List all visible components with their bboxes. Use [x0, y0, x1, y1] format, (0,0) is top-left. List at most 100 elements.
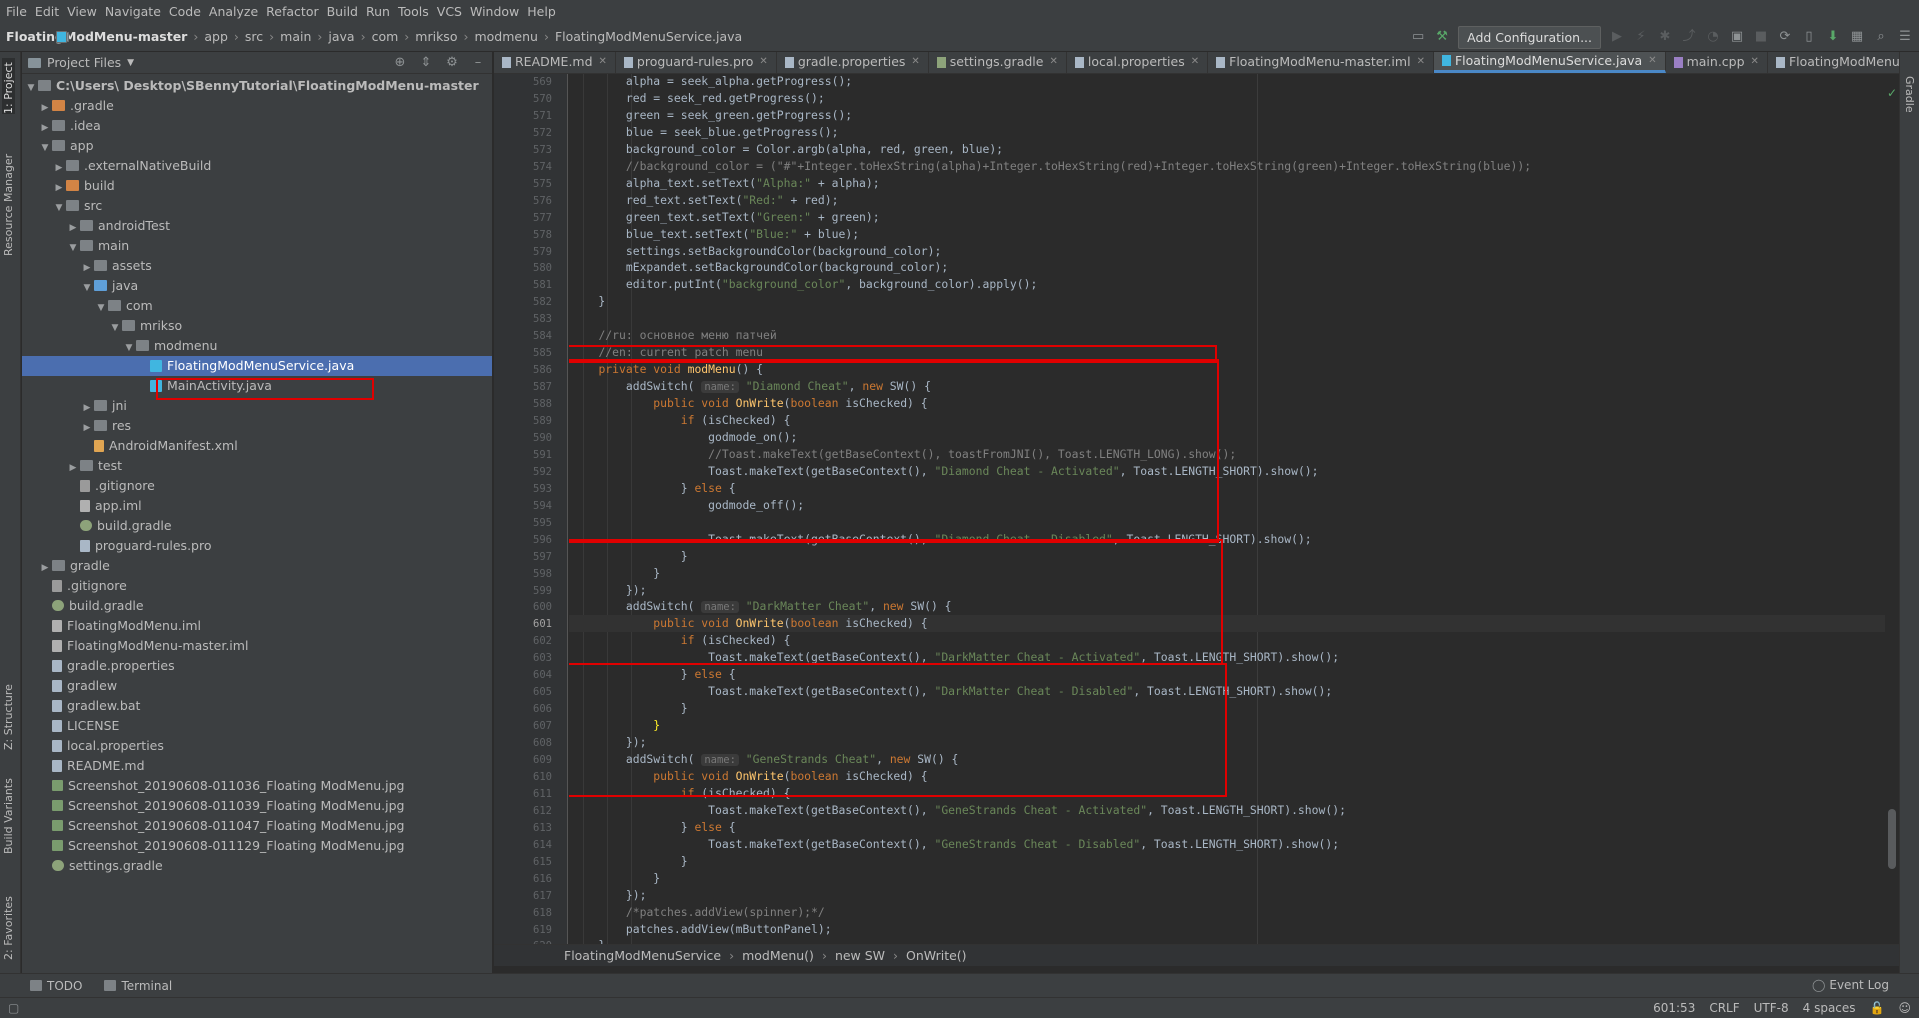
- tree-item[interactable]: ▶ .externalNativeBuild: [22, 156, 492, 176]
- close-icon[interactable]: ✕: [1648, 52, 1656, 70]
- tree-item[interactable]: build.gradle: [22, 596, 492, 616]
- code-line[interactable]: blue_text.setText("Blue:" + blue);: [569, 226, 859, 243]
- code-crumb-method[interactable]: modMenu(): [742, 948, 814, 963]
- tab-proguard[interactable]: proguard-rules.pro ✕: [616, 52, 777, 73]
- tree-item[interactable]: settings.gradle: [22, 856, 492, 876]
- breadcrumb-com[interactable]: com: [372, 29, 399, 44]
- tab-master-iml[interactable]: FloatingModMenu-master.iml ✕: [1208, 52, 1434, 73]
- tab-floating-mod-menu-service[interactable]: FloatingModMenuService.java ✕: [1433, 52, 1666, 73]
- scrollbar-thumb[interactable]: [1888, 809, 1896, 869]
- code-line[interactable]: //Toast.makeText(getBaseContext(), toast…: [569, 446, 1236, 463]
- code-line[interactable]: blue = seek_blue.getProgress();: [569, 124, 839, 141]
- tree-item[interactable]: Screenshot_20190608-011129_Floating ModM…: [22, 836, 492, 856]
- menu-navigate[interactable]: Navigate: [105, 4, 169, 19]
- tree-item[interactable]: ▶ .idea: [22, 116, 492, 136]
- code-line[interactable]: Toast.makeText(getBaseContext(), "DarkMa…: [569, 683, 1332, 700]
- code-line[interactable]: Toast.makeText(getBaseContext(), "GeneSt…: [569, 836, 1339, 853]
- code-line[interactable]: } else {: [569, 666, 736, 683]
- menu-view[interactable]: View: [67, 4, 105, 19]
- code-line[interactable]: }: [569, 548, 688, 565]
- code-line[interactable]: //background_color = ("#"+Integer.toHexS…: [569, 158, 1531, 175]
- tree-item[interactable]: gradlew: [22, 676, 492, 696]
- breadcrumb-modmenu[interactable]: modmenu: [474, 29, 537, 44]
- code-line[interactable]: red = seek_red.getProgress();: [569, 90, 825, 107]
- code-line[interactable]: public void OnWrite(boolean isChecked) {: [569, 395, 927, 412]
- code-line[interactable]: [569, 310, 571, 327]
- close-icon[interactable]: ✕: [1417, 52, 1425, 73]
- code-line[interactable]: }: [569, 853, 688, 870]
- tool-tab-gradle[interactable]: Gradle: [1903, 76, 1916, 113]
- layout-icon[interactable]: ▭: [1410, 29, 1426, 45]
- tree-item[interactable]: app.iml: [22, 496, 492, 516]
- tree-item[interactable]: FloatingModMenu-master.iml: [22, 636, 492, 656]
- code-line[interactable]: //ru: основное меню патчей: [569, 327, 776, 344]
- todo-tab[interactable]: TODO: [30, 979, 82, 993]
- code-line[interactable]: public void OnWrite(boolean isChecked) {: [569, 768, 927, 785]
- tree-item[interactable]: README.md: [22, 756, 492, 776]
- tree-item[interactable]: ▶ build: [22, 176, 492, 196]
- collapse-all-icon[interactable]: ⇕: [418, 55, 434, 71]
- hammer-icon[interactable]: ⚒: [1434, 29, 1450, 45]
- close-icon[interactable]: ✕: [1191, 52, 1199, 73]
- search-icon[interactable]: ⌕: [1873, 29, 1889, 45]
- project-view-selector[interactable]: Project Files: [47, 55, 121, 70]
- code-line[interactable]: }: [569, 717, 660, 734]
- menu-tools[interactable]: Tools: [398, 4, 437, 19]
- tree-item[interactable]: ▼ modmenu: [22, 336, 492, 356]
- tree-item[interactable]: AndroidManifest.xml: [22, 436, 492, 456]
- stop-icon[interactable]: ■: [1753, 29, 1769, 45]
- code-line[interactable]: alpha = seek_alpha.getProgress();: [569, 74, 852, 90]
- run-icon[interactable]: ▶: [1609, 29, 1625, 45]
- apply-changes-icon[interactable]: ⚡: [1633, 29, 1649, 45]
- menu-vcs[interactable]: VCS: [437, 4, 470, 19]
- close-icon[interactable]: ✕: [911, 52, 919, 73]
- event-log-tab[interactable]: ◯ Event Log: [1812, 978, 1889, 992]
- add-configuration-button[interactable]: Add Configuration...: [1458, 25, 1601, 49]
- file-encoding[interactable]: UTF-8: [1754, 1001, 1789, 1015]
- code-line[interactable]: });: [569, 887, 647, 904]
- code-line[interactable]: addSwitch( name: "GeneStrands Cheat", ne…: [569, 751, 958, 768]
- menu-build[interactable]: Build: [327, 4, 366, 19]
- notifications-icon[interactable]: ☰: [1897, 29, 1913, 45]
- tree-item[interactable]: ▼ java: [22, 276, 492, 296]
- coverage-icon[interactable]: ▣: [1729, 29, 1745, 45]
- editor-scrollbar[interactable]: ✓: [1885, 74, 1899, 944]
- avd-manager-icon[interactable]: ▯: [1801, 29, 1817, 45]
- caret-position[interactable]: 601:53: [1653, 1001, 1695, 1015]
- tree-item[interactable]: Screenshot_20190608-011047_Floating ModM…: [22, 816, 492, 836]
- tab-main-cpp[interactable]: main.cpp ✕: [1666, 52, 1768, 73]
- breadcrumb-java[interactable]: java: [328, 29, 354, 44]
- sdk-manager-icon[interactable]: ⬇: [1825, 29, 1841, 45]
- breadcrumb-file[interactable]: FloatingModMenuService.java: [555, 29, 742, 44]
- breadcrumb-src[interactable]: src: [245, 29, 263, 44]
- tree-item[interactable]: ▶ test: [22, 456, 492, 476]
- code-line[interactable]: if (isChecked) {: [569, 785, 791, 802]
- sync-gradle-icon[interactable]: ⟳: [1777, 29, 1793, 45]
- menu-code[interactable]: Code: [169, 4, 209, 19]
- code-line[interactable]: editor.putInt("background_color", backgr…: [569, 276, 1038, 293]
- close-icon[interactable]: ✕: [759, 52, 767, 73]
- tab-gradle-properties[interactable]: gradle.properties ✕: [777, 52, 929, 73]
- code-line[interactable]: red_text.setText("Red:" + red);: [569, 192, 839, 209]
- tree-item[interactable]: ▼ main: [22, 236, 492, 256]
- tree-item[interactable]: ▼ com: [22, 296, 492, 316]
- breadcrumb-main[interactable]: main: [280, 29, 311, 44]
- code-line[interactable]: }: [569, 870, 660, 887]
- tree-item[interactable]: gradle.properties: [22, 656, 492, 676]
- code-line[interactable]: background_color = Color.argb(alpha, red…: [569, 141, 1003, 158]
- lock-icon[interactable]: 🔓: [1870, 1001, 1885, 1015]
- code-line[interactable]: green = seek_green.getProgress();: [569, 107, 852, 124]
- menu-refactor[interactable]: Refactor: [266, 4, 326, 19]
- tree-item[interactable]: ▶ androidTest: [22, 216, 492, 236]
- code-line[interactable]: }: [569, 700, 688, 717]
- code-area[interactable]: alpha = seek_alpha.getProgress(); red = …: [569, 74, 1899, 944]
- tree-item[interactable]: local.properties: [22, 736, 492, 756]
- tree-root[interactable]: ▼ C:\Users\ Desktop\SBennyTutorial\Floati…: [22, 76, 492, 96]
- close-icon[interactable]: ✕: [599, 52, 607, 73]
- tool-tab-project[interactable]: 1: Project: [2, 58, 15, 114]
- code-line[interactable]: addSwitch( name: "Diamond Cheat", new SW…: [569, 378, 931, 395]
- code-line[interactable]: Toast.makeText(getBaseContext(), "Diamon…: [569, 463, 1318, 480]
- attach-debugger-icon[interactable]: ⤴: [1681, 29, 1697, 45]
- tab-floating-mod-menu-iml[interactable]: FloatingModMenu.iml✕: [1768, 52, 1899, 73]
- breadcrumb-mrikso[interactable]: mrikso: [415, 29, 457, 44]
